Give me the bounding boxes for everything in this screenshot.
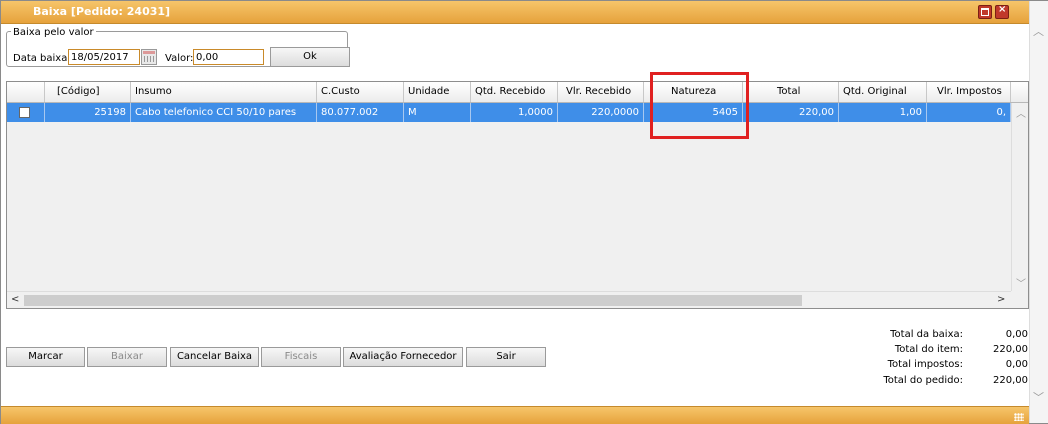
- cell-insumo: Cabo telefonico CCI 50/10 pares: [131, 103, 317, 122]
- header-qtd-recebido[interactable]: Qtd. Recebido: [471, 82, 558, 102]
- total-pedido-label: Total do pedido:: [883, 375, 963, 386]
- header-codigo[interactable]: [Código]: [45, 82, 131, 102]
- close-icon[interactable]: ×: [995, 4, 1009, 19]
- avaliacao-fornecedor-button[interactable]: Avaliação Fornecedor: [343, 347, 463, 367]
- scroll-left-icon[interactable]: <: [11, 294, 19, 305]
- marcar-button[interactable]: Marcar: [6, 347, 85, 367]
- header-insumo[interactable]: Insumo: [131, 82, 317, 102]
- header-unidade[interactable]: Unidade: [404, 82, 471, 102]
- window-title: Baixa [Pedido: 24031]: [33, 5, 171, 18]
- cell-total: 220,00: [743, 103, 839, 122]
- baixar-button[interactable]: Baixar: [87, 347, 167, 367]
- cell-qtd-recebido: 1,0000: [471, 103, 558, 122]
- header-qtd-original[interactable]: Qtd. Original: [839, 82, 927, 102]
- row-select-cell[interactable]: [7, 103, 45, 122]
- scroll-down-icon[interactable]: ﹀: [1016, 275, 1026, 290]
- header-ccusto[interactable]: C.Custo: [317, 82, 404, 102]
- row-checkbox[interactable]: [19, 107, 30, 118]
- cell-unidade: M: [404, 103, 471, 122]
- cell-ccusto: 80.077.002: [317, 103, 404, 122]
- items-grid: [Código] Insumo C.Custo Unidade Qtd. Rec…: [6, 81, 1029, 309]
- header-select[interactable]: [7, 82, 45, 102]
- scroll-down-icon[interactable]: ﹀: [1033, 389, 1044, 405]
- group-legend: Baixa pelo valor: [11, 27, 96, 38]
- header-total[interactable]: Total: [743, 82, 839, 102]
- table-row[interactable]: 25198 Cabo telefonico CCI 50/10 pares 80…: [7, 103, 1011, 122]
- cell-vlr-impostos: 0,: [927, 103, 1011, 122]
- calendar-icon[interactable]: [141, 49, 157, 65]
- data-baixa-input[interactable]: [68, 49, 140, 65]
- total-impostos-label: Total impostos:: [887, 359, 963, 370]
- total-pedido-value: 220,00: [993, 375, 1028, 386]
- baixa-window: Baixa [Pedido: 24031] × ︿ ﹀ Baixa pelo v…: [0, 0, 1048, 424]
- header-vlr-impostos[interactable]: Vlr. Impostos: [927, 82, 1011, 102]
- grid-header: [Código] Insumo C.Custo Unidade Qtd. Rec…: [7, 82, 1028, 103]
- total-baixa-value: 0,00: [1005, 329, 1028, 340]
- total-impostos-value: 0,00: [1005, 359, 1028, 370]
- fiscais-button[interactable]: Fiscais: [261, 347, 341, 367]
- resize-grip-icon[interactable]: [1014, 413, 1024, 421]
- valor-label: Valor:: [165, 53, 194, 64]
- grid-horizontal-scrollbar[interactable]: < >: [7, 291, 1011, 308]
- scroll-right-icon[interactable]: >: [997, 294, 1005, 305]
- status-bar: [1, 406, 1029, 424]
- header-vlr-recebido[interactable]: Vlr. Recebido: [558, 82, 644, 102]
- cell-qtd-original: 1,00: [839, 103, 927, 122]
- title-bar[interactable]: Baixa [Pedido: 24031] ×: [1, 1, 1029, 24]
- window-scrollbar[interactable]: ︿ ﹀: [1029, 1, 1048, 423]
- maximize-icon[interactable]: [978, 5, 992, 19]
- grid-vertical-scrollbar[interactable]: ︿ ﹀: [1011, 103, 1028, 291]
- valor-input[interactable]: [193, 49, 264, 65]
- cancelar-baixa-button[interactable]: Cancelar Baixa: [170, 347, 259, 367]
- total-item-label: Total do item:: [894, 344, 963, 355]
- natureza-highlight-box: [650, 72, 749, 139]
- cell-codigo: 25198: [45, 103, 131, 122]
- ok-button[interactable]: Ok: [270, 47, 350, 67]
- cell-vlr-recebido: 220,0000: [558, 103, 644, 122]
- scrollbar-thumb[interactable]: [24, 295, 802, 306]
- total-baixa-label: Total da baixa:: [890, 329, 963, 340]
- total-item-value: 220,00: [993, 344, 1028, 355]
- data-baixa-label: Data baixa:: [13, 53, 71, 64]
- scroll-up-icon[interactable]: ︿: [1016, 105, 1026, 120]
- sair-button[interactable]: Sair: [466, 347, 546, 367]
- scroll-up-icon[interactable]: ︿: [1033, 23, 1044, 39]
